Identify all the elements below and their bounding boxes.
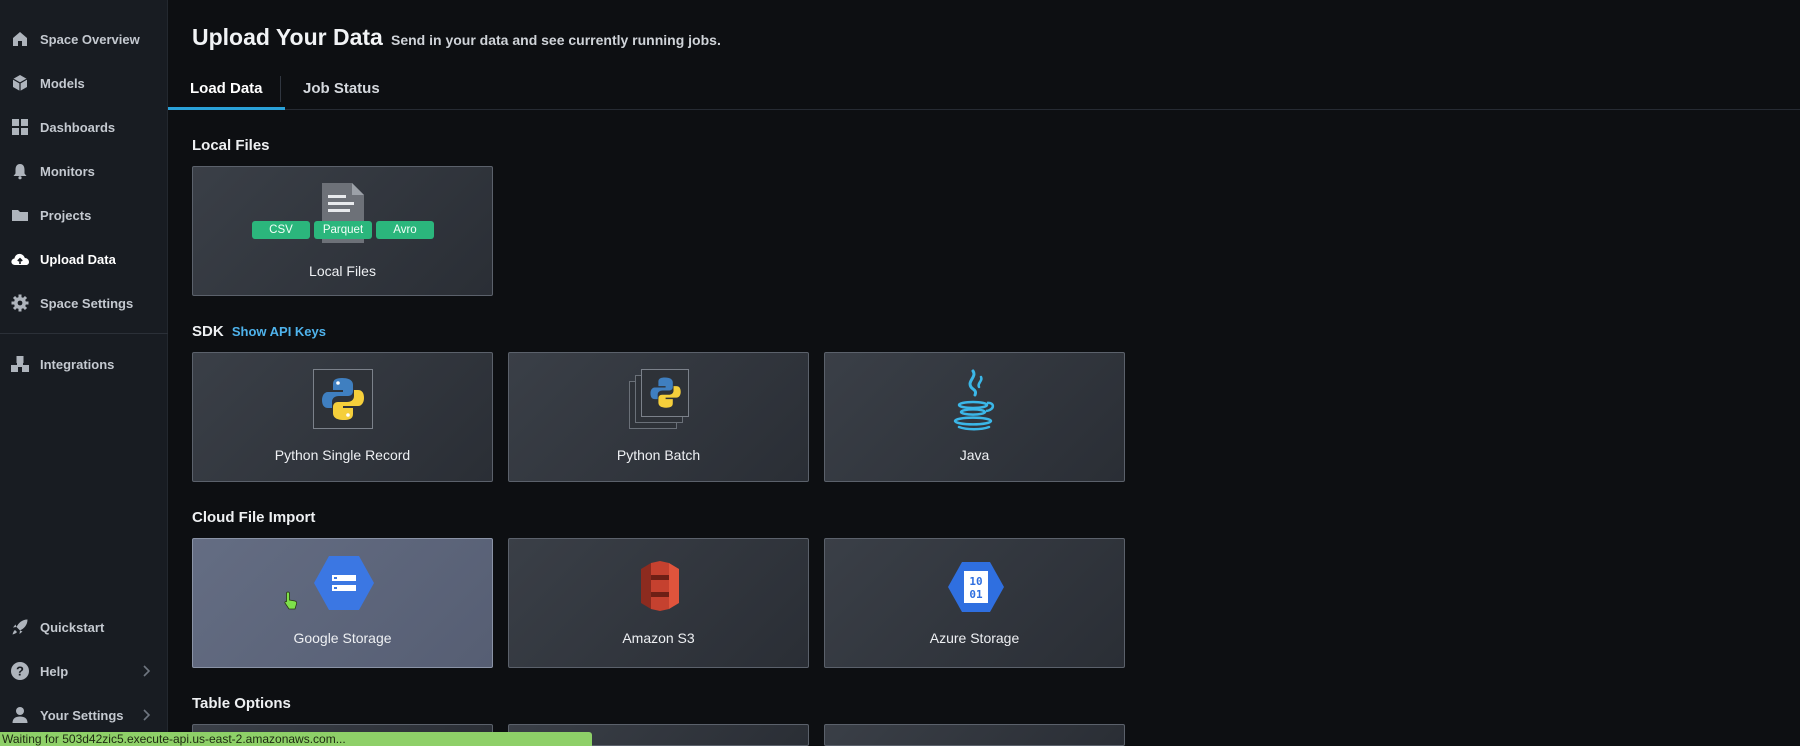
cursor-pointer-icon (283, 591, 299, 616)
svg-text:01: 01 (969, 588, 983, 601)
sidebar-item-label: Help (40, 663, 69, 679)
card-label: Python Batch (616, 447, 701, 463)
sidebar-item-label: Dashboards (40, 119, 116, 135)
page-title: Upload Your Data (192, 24, 383, 50)
folder-icon (10, 205, 30, 225)
chevron-right-icon (138, 663, 154, 679)
sidebar-item-label: Quickstart (40, 619, 105, 635)
sidebar-item-label: Space Settings (40, 295, 134, 311)
section-title-cloud-file-import: Cloud File Import (192, 509, 316, 526)
sidebar-item-dashboards[interactable]: Dashboards (0, 109, 168, 145)
svg-text:10: 10 (969, 575, 982, 588)
tab-bar: Load Data Job Status (168, 72, 1800, 110)
table-option-card[interactable] (824, 724, 1125, 746)
sidebar-item-your-settings[interactable]: Your Settings (0, 697, 168, 733)
user-icon (10, 705, 30, 725)
sidebar-item-label: Upload Data (40, 251, 116, 267)
amazon-s3-card[interactable]: Amazon S3 (508, 538, 809, 668)
google-storage-card[interactable]: Google Storage (192, 538, 493, 668)
python-batch-card[interactable]: Python Batch (508, 352, 809, 482)
gear-icon (10, 293, 30, 313)
sidebar-item-label: Projects (40, 207, 92, 223)
cube-icon (10, 73, 30, 93)
page-subtitle: Send in your data and see currently runn… (391, 32, 721, 48)
sidebar: Space Overview Models Dashboards Monitor… (0, 0, 168, 746)
sidebar-item-projects[interactable]: Projects (0, 197, 168, 233)
sdk-title: SDK (192, 323, 224, 340)
browser-status-bar: Waiting for 503d42zic5.execute-api.us-ea… (0, 732, 592, 746)
sidebar-divider (0, 333, 168, 334)
file-format-badge-avro: Avro (376, 221, 434, 239)
grid-icon (10, 117, 30, 137)
card-label: Google Storage (293, 630, 392, 646)
section-title-sdk: SDK Show API Keys (192, 323, 326, 340)
puzzle-icon (10, 354, 30, 374)
local-files-card[interactable]: CSV Parquet Avro Local Files (192, 166, 493, 296)
help-icon: ? (10, 661, 30, 681)
azure-storage-icon: 10 01 (947, 561, 1005, 618)
file-format-badge-csv: CSV (252, 221, 310, 239)
card-label: Local Files (309, 263, 376, 279)
sidebar-item-label: Space Overview (40, 31, 140, 47)
sidebar-item-monitors[interactable]: Monitors (0, 153, 168, 189)
java-card[interactable]: Java (824, 352, 1125, 482)
sidebar-item-space-settings[interactable]: Space Settings (0, 285, 168, 321)
sidebar-item-quickstart[interactable]: Quickstart (0, 609, 168, 645)
card-label: Java (959, 447, 990, 463)
sidebar-item-integrations[interactable]: Integrations (0, 346, 168, 382)
card-label: Azure Storage (929, 630, 1020, 646)
sidebar-item-label: Models (40, 75, 85, 91)
card-label: Python Single Record (274, 447, 411, 463)
main-content: Upload Your Data Send in your data and s… (168, 0, 1800, 746)
sidebar-item-help[interactable]: ? Help (0, 653, 168, 689)
tab-job-status[interactable]: Job Status (281, 72, 402, 110)
python-batch-icon (629, 369, 691, 436)
file-format-badge-parquet: Parquet (314, 221, 372, 239)
azure-storage-card[interactable]: 10 01 Azure Storage (824, 538, 1125, 668)
rocket-icon (10, 617, 30, 637)
python-icon (313, 369, 373, 434)
amazon-s3-icon (637, 561, 683, 616)
section-title-table-options: Table Options (192, 695, 291, 712)
home-icon (10, 29, 30, 49)
sidebar-item-upload-data[interactable]: Upload Data (0, 241, 168, 277)
show-api-keys-link[interactable]: Show API Keys (232, 324, 326, 339)
sidebar-item-models[interactable]: Models (0, 65, 168, 101)
sidebar-item-label: Your Settings (40, 707, 124, 723)
cloud-upload-icon (10, 249, 30, 269)
sidebar-item-label: Integrations (40, 356, 115, 372)
section-title-local-files: Local Files (192, 137, 270, 154)
svg-text:?: ? (16, 664, 24, 679)
card-label: Amazon S3 (622, 630, 695, 646)
python-single-record-card[interactable]: Python Single Record (192, 352, 493, 482)
bell-icon (10, 161, 30, 181)
google-storage-icon (313, 555, 375, 616)
chevron-right-icon (138, 707, 154, 723)
sidebar-item-label: Monitors (40, 163, 95, 179)
java-icon (951, 369, 999, 436)
tab-load-data[interactable]: Load Data (168, 72, 285, 110)
sidebar-item-space-overview[interactable]: Space Overview (0, 21, 168, 57)
